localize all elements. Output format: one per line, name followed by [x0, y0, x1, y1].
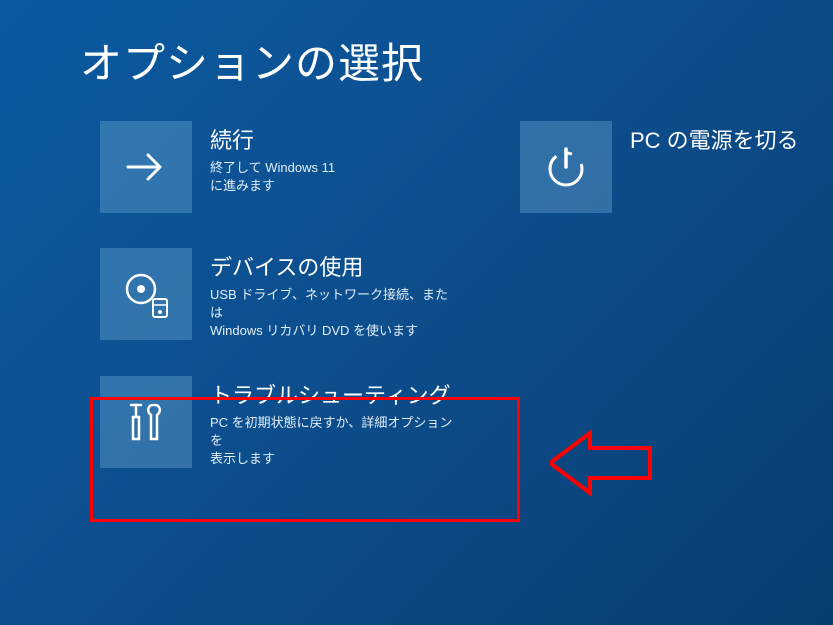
power-icon — [520, 121, 612, 213]
page-title: オプションの選択 — [0, 0, 833, 121]
troubleshoot-text: トラブルシューティング PC を初期状態に戻すか、詳細オプションを 表示します — [210, 376, 460, 469]
troubleshoot-desc: PC を初期状態に戻すか、詳細オプションを 表示します — [210, 414, 460, 469]
use-device-text: デバイスの使用 USB ドライブ、ネットワーク接続、または Windows リカ… — [210, 248, 460, 341]
tools-icon — [100, 376, 192, 468]
troubleshoot-tile[interactable]: トラブルシューティング PC を初期状態に戻すか、詳細オプションを 表示します — [100, 376, 460, 469]
use-device-tile[interactable]: デバイスの使用 USB ドライブ、ネットワーク接続、または Windows リカ… — [100, 248, 460, 341]
shutdown-text: PC の電源を切る — [630, 121, 799, 159]
continue-tile[interactable]: 続行 終了して Windows 11 に進みます — [100, 121, 460, 213]
options-container: 続行 終了して Windows 11 に進みます デバイスの使用 USB ドライ… — [0, 121, 833, 468]
arrow-right-icon — [100, 121, 192, 213]
device-icon — [100, 248, 192, 340]
use-device-desc: USB ドライブ、ネットワーク接続、または Windows リカバリ DVD を… — [210, 286, 460, 341]
left-column: 続行 終了して Windows 11 に進みます デバイスの使用 USB ドライ… — [100, 121, 460, 468]
right-column: PC の電源を切る — [500, 121, 833, 468]
troubleshoot-title: トラブルシューティング — [210, 378, 460, 410]
continue-desc: 終了して Windows 11 に進みます — [210, 159, 335, 195]
continue-title: 続行 — [210, 123, 335, 155]
shutdown-tile[interactable]: PC の電源を切る — [520, 121, 833, 213]
use-device-title: デバイスの使用 — [210, 250, 460, 282]
shutdown-title: PC の電源を切る — [630, 123, 799, 155]
continue-text: 続行 終了して Windows 11 に進みます — [210, 121, 335, 195]
